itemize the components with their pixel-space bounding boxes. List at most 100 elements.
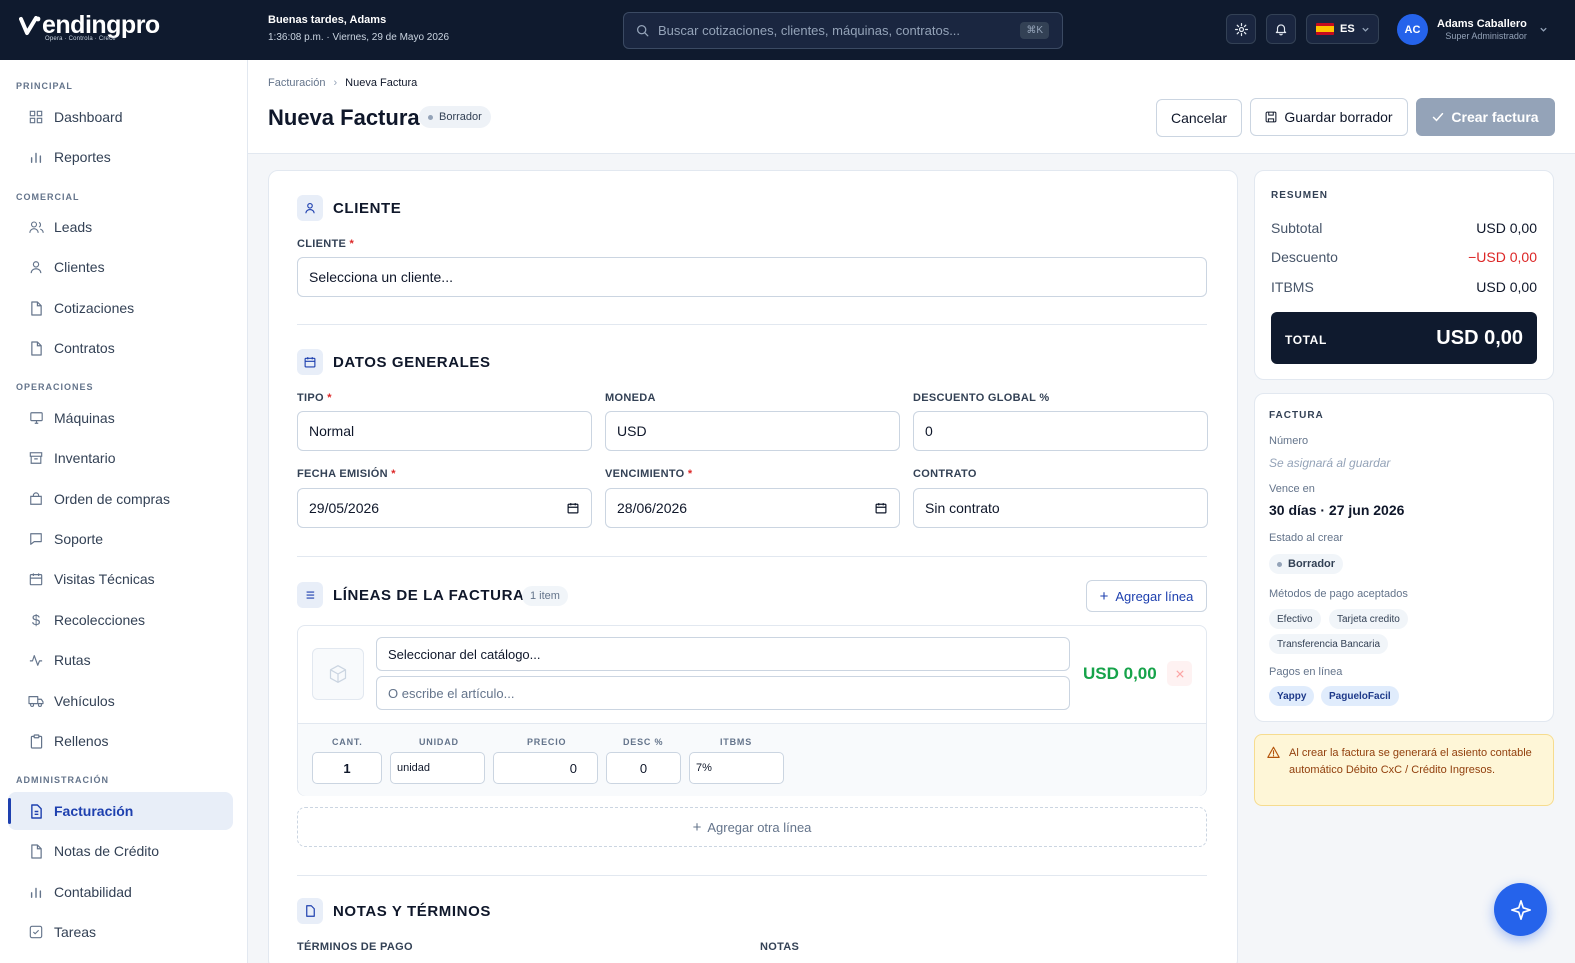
sidebar-item-label: Visitas Técnicas [54,571,155,587]
sidebar-item-label: Reportes [54,149,111,165]
bar-chart-icon [28,884,44,900]
descuento-global-label: DESCUENTO GLOBAL % [913,392,1050,404]
sidebar-item-dashboard[interactable]: Dashboard [8,98,233,136]
add-other-line-button[interactable]: + Agregar otra línea [297,807,1207,847]
save-draft-button[interactable]: Guardar borrador [1250,98,1408,136]
desc-label: DESC % [623,737,664,747]
user-icon [28,259,44,275]
search-icon [636,24,649,37]
breadcrumb: Facturación › Nueva Factura [268,77,417,89]
cant-input[interactable]: 1 [312,752,382,784]
breadcrumb-parent[interactable]: Facturación [268,77,325,89]
catalog-select[interactable]: Seleccionar del catálogo... [376,637,1070,671]
cancel-button[interactable]: Cancelar [1156,99,1242,137]
moneda-select[interactable]: USD [605,411,900,451]
assistant-fab-button[interactable] [1494,883,1547,936]
top-bar: endingpro Opera · Controla · Crece Buena… [0,0,1575,60]
status-label: Borrador [439,111,482,123]
activity-icon [28,652,44,668]
message-icon [28,531,44,547]
sidebar-item-label: Inventario [54,450,116,466]
items-count-badge: 1 item [522,586,568,606]
logo[interactable]: endingpro Opera · Controla · Crece [19,12,160,48]
list-icon [297,582,323,608]
sidebar-item-vehiculos[interactable]: Vehículos [8,682,233,720]
search-shortcut: ⌘K [1020,22,1049,39]
create-invoice-button[interactable]: Crear factura [1416,98,1555,136]
plus-icon: + [692,818,702,836]
sidebar-item-recolecciones[interactable]: $ Recolecciones [8,601,233,639]
datos-generales-section-title: DATOS GENERALES [333,354,491,371]
contrato-select[interactable]: Sin contrato [913,488,1208,528]
save-icon [1265,111,1277,123]
numero-value: Se asignará al guardar [1269,456,1391,470]
descuento-global-input[interactable]: 0 [913,411,1208,451]
status-dot [428,114,433,120]
line-details: CANT. 1 UNIDAD unidad PRECIO 0 DESC % 0 … [298,723,1206,796]
sidebar-item-rellenos[interactable]: Rellenos [8,722,233,760]
sidebar-item-contratos[interactable]: Contratos [8,329,233,367]
user-menu[interactable]: AC Adams Caballero Super Administrador [1397,14,1548,45]
search-placeholder: Buscar cotizaciones, clientes, máquinas,… [658,23,961,38]
estado-badge: Borrador [1269,554,1344,574]
package-icon [312,648,364,700]
divider [297,875,1207,876]
sidebar-item-facturacion[interactable]: Facturación [8,792,233,830]
sidebar-item-maquinas[interactable]: Máquinas [8,399,233,437]
user-name: Adams Caballero [1437,18,1527,30]
notifications-button[interactable] [1266,14,1296,44]
tipo-select[interactable]: Normal [297,411,592,451]
sidebar-item-contabilidad[interactable]: Contabilidad [8,873,233,911]
sidebar-item-label: Tareas [54,924,97,940]
vence-value: 30 días · 27 jun 2026 [1269,502,1405,518]
estado-value: Borrador [1288,558,1336,570]
sidebar-item-leads[interactable]: Leads [8,208,233,246]
remove-line-button[interactable] [1167,661,1192,686]
unidad-select[interactable]: unidad [390,752,485,784]
vencimiento-value: 28/06/2026 [617,500,688,516]
sidebar-item-inventario[interactable]: Inventario [8,439,233,477]
cant-label: CANT. [332,737,363,747]
sidebar-item-visitas-tecnicas[interactable]: Visitas Técnicas [8,560,233,598]
add-line-label: Agregar línea [1115,588,1194,604]
spain-flag-icon [1316,23,1334,35]
calendar-icon[interactable] [567,501,579,517]
subtotal-row: Subtotal USD 0,00 [1271,220,1537,236]
desc-input[interactable]: 0 [606,752,681,784]
sidebar-item-tareas[interactable]: Tareas [8,913,233,951]
sidebar-item-orden-de-compras[interactable]: Orden de compras [8,480,233,518]
vencimiento-input[interactable]: 28/06/2026 [605,488,900,528]
chevron-down-icon [1361,25,1370,34]
global-search[interactable]: Buscar cotizaciones, clientes, máquinas,… [623,12,1063,49]
greeting: Buenas tardes, Adams [268,14,387,26]
calendar-icon[interactable] [875,501,887,517]
file-icon [28,843,44,859]
archive-icon [28,450,44,466]
sidebar-item-reportes[interactable]: Reportes [8,138,233,176]
precio-input[interactable]: 0 [493,752,598,784]
cliente-select[interactable]: Selecciona un cliente... [297,257,1207,297]
settings-button[interactable] [1226,14,1256,44]
sidebar-item-clientes[interactable]: Clientes [8,248,233,286]
sidebar-item-rutas[interactable]: Rutas [8,641,233,679]
itbms-select[interactable]: 7% [689,752,784,784]
sidebar-item-notas-de-credito[interactable]: Notas de Crédito [8,832,233,870]
sidebar-item-label: Soporte [54,531,104,547]
user-icon [297,195,323,221]
language-selector[interactable]: ES [1306,14,1379,44]
online-payment-chip: PagueloFacil [1321,686,1399,706]
sidebar-item-cotizaciones[interactable]: Cotizaciones [8,289,233,327]
sidebar-item-soporte[interactable]: Soporte [8,520,233,558]
sidebar-item-label: Leads [54,219,93,235]
article-input[interactable]: O escribe el artículo... [376,676,1070,710]
divider [297,556,1207,557]
notas-label: NOTAS [760,941,800,953]
unidad-label: UNIDAD [419,737,459,747]
itbms-label: ITBMS [720,737,752,747]
lineas-section-title: LÍNEAS DE LA FACTURA [333,587,525,604]
calendar-icon [297,349,323,375]
add-line-button[interactable]: + Agregar línea [1086,580,1207,612]
fecha-emision-value: 29/05/2026 [309,500,380,516]
cliente-label: CLIENTE * [297,238,355,250]
fecha-emision-input[interactable]: 29/05/2026 [297,488,592,528]
